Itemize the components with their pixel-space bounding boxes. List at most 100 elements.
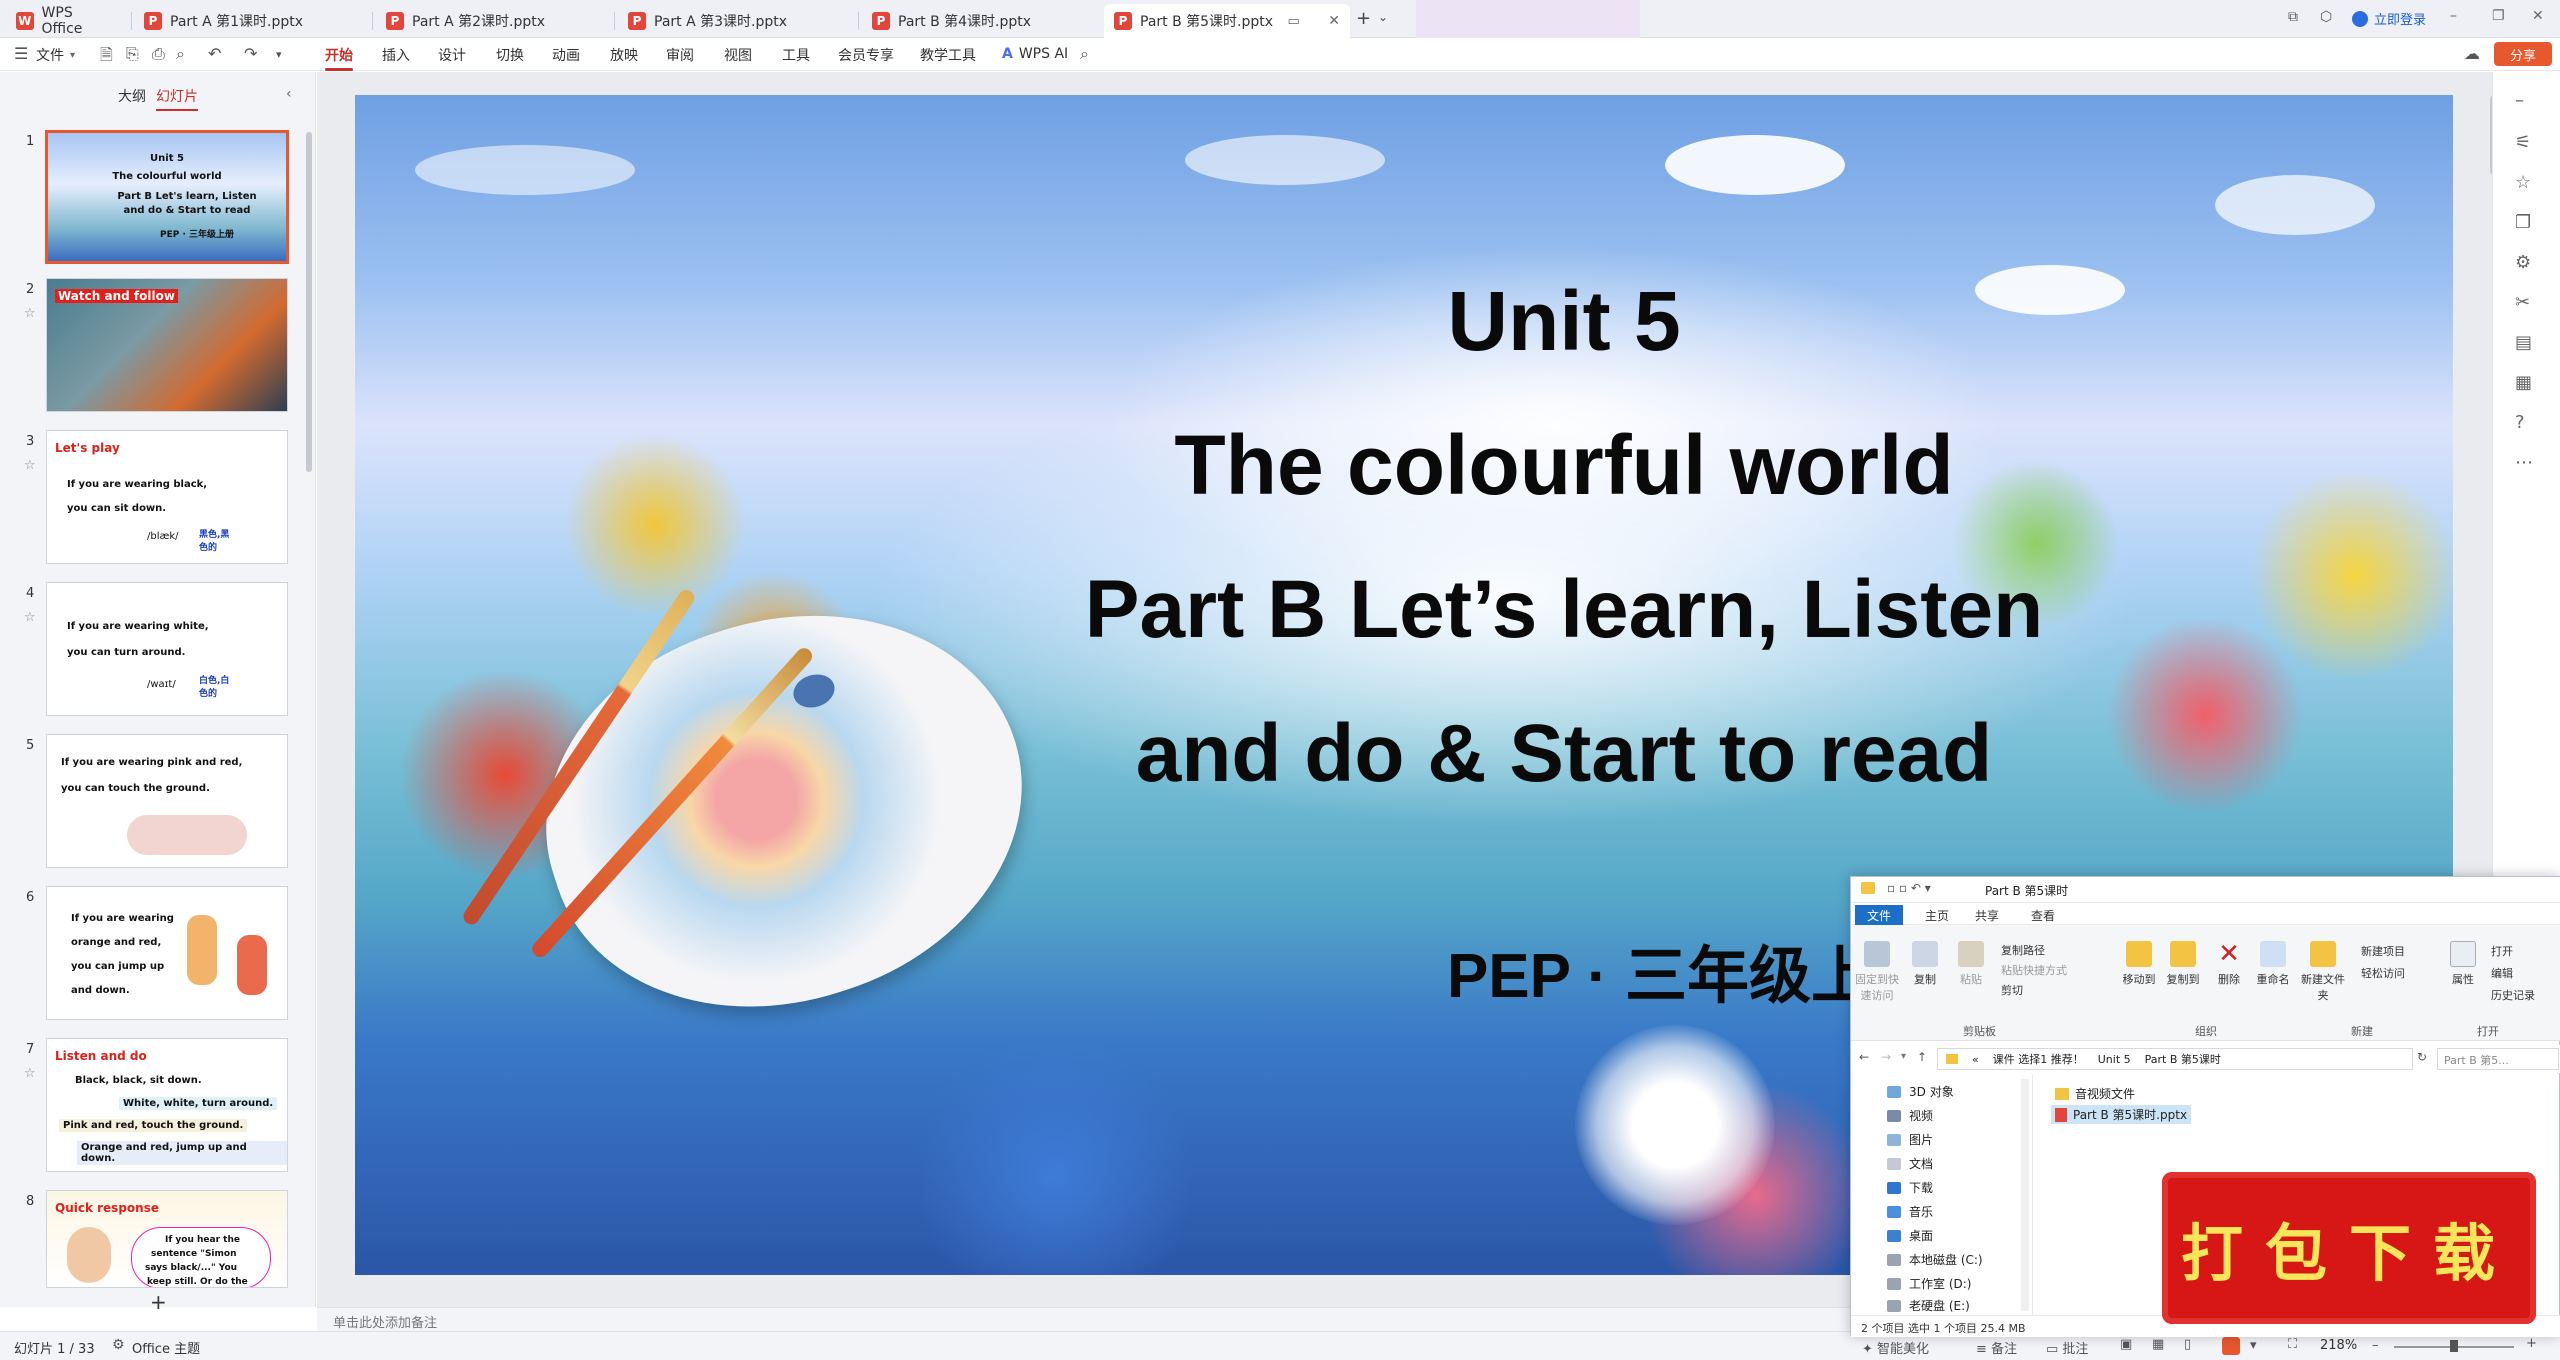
slide-subtitle-line2[interactable]: and do & Start to read (515, 707, 2453, 801)
copy-path-button[interactable]: 复制路径 (2001, 941, 2067, 961)
hamburger-icon[interactable]: ☰ (14, 44, 28, 63)
slide-thumbnail-4[interactable]: If you are wearing white, you can turn a… (46, 582, 288, 716)
rename-button[interactable]: 重命名 (2247, 941, 2299, 987)
address-bar[interactable]: « 课件 选择1 推荐！ Unit 5 Part B 第5课时 (1937, 1048, 2413, 1070)
favorite-star-icon[interactable]: ☆ (24, 306, 36, 321)
breadcrumb-item[interactable]: Part B 第5课时 (2145, 1051, 2221, 1067)
tree-item-3d-objects[interactable]: 3D 对象 (1887, 1083, 1954, 1100)
menu-insert[interactable]: 插入 (382, 45, 410, 65)
open-small-items[interactable]: 打开 编辑 历史记录 (2491, 941, 2535, 1007)
tab-part-a-1[interactable]: P Part A 第1课时.pptx (134, 4, 366, 38)
settings-icon[interactable]: ⚙ (2515, 252, 2531, 273)
chevron-down-icon[interactable]: ▾ (1901, 1051, 1906, 1062)
menu-animation[interactable]: 动画 (552, 45, 580, 65)
zoom-level[interactable]: 218% (2320, 1338, 2357, 1353)
minus-icon[interactable]: – (2515, 90, 2524, 111)
notes-toggle[interactable]: ≡ 备注 (1976, 1338, 2017, 1357)
cut-button[interactable]: 剪切 (2001, 981, 2067, 1001)
preview-icon[interactable]: ⌕ (176, 44, 185, 64)
menu-home[interactable]: 开始 (325, 45, 353, 71)
breadcrumb-item[interactable]: Unit 5 (2098, 1053, 2131, 1066)
favorite-star-icon[interactable]: ☆ (24, 458, 36, 473)
easy-access-button[interactable]: 轻松访问 (2361, 963, 2405, 985)
monitor-icon[interactable]: ▭ (1288, 14, 1300, 29)
titlebar-drag-region[interactable] (1416, 0, 1640, 38)
tab-wps-office[interactable]: W WPS Office (6, 4, 126, 38)
menu-slideshow[interactable]: 放映 (610, 45, 638, 65)
zoom-out-icon[interactable]: – (2372, 1338, 2379, 1353)
favorite-star-icon[interactable]: ☆ (24, 1066, 36, 1081)
slide-subtitle-line1[interactable]: Part B Let’s learn, Listen (515, 563, 2453, 657)
window-layout-icon[interactable]: ⧉ (2288, 9, 2298, 25)
slide-thumbnail-8[interactable]: Quick response If you hear the sentence … (46, 1190, 288, 1288)
tree-item-desktop[interactable]: 桌面 (1887, 1227, 1933, 1244)
tree-item-drive-d[interactable]: 工作室 (D:) (1887, 1275, 1971, 1292)
copy-to-button[interactable]: 复制到 (2157, 941, 2209, 987)
slide-thumbnail-6[interactable]: If you are wearing orange and red, you c… (46, 886, 288, 1020)
new-folder-button[interactable]: 新建文件夹 (2297, 941, 2349, 1003)
login-button[interactable]: 立即登录 (2352, 9, 2426, 28)
zoom-in-icon[interactable]: + (2526, 1336, 2537, 1351)
undo-icon[interactable]: ↶ (208, 44, 221, 63)
quick-access-icons[interactable]: ▫ ▫ ↶ ▾ (1887, 881, 1931, 895)
back-icon[interactable]: ← (1859, 1050, 1869, 1064)
paste-button[interactable]: 粘贴 (1945, 941, 1997, 987)
explorer-titlebar[interactable]: ▫ ▫ ↶ ▾ Part B 第5课时 (1851, 877, 2560, 903)
tools-icon[interactable]: ✂ (2515, 292, 2530, 313)
refresh-icon[interactable]: ↻ (2417, 1050, 2427, 1064)
download-package-banner[interactable]: 打包下载 (2162, 1172, 2536, 1324)
star-icon[interactable]: ☆ (2515, 172, 2531, 193)
slide-thumbnail-7[interactable]: Listen and do Black, black, sit down. Wh… (46, 1038, 288, 1172)
menu-teaching-tools[interactable]: 教学工具 (920, 45, 976, 65)
menu-view[interactable]: 视图 (724, 45, 752, 65)
adjust-icon[interactable]: ⚟ (2515, 132, 2531, 153)
favorite-star-icon[interactable]: ☆ (24, 610, 36, 625)
play-slideshow-icon[interactable] (2222, 1337, 2240, 1355)
file-menu[interactable]: 文件 (36, 45, 64, 65)
collapse-panel-icon[interactable]: ‹ (286, 86, 292, 102)
share-button[interactable]: 分享 (2494, 42, 2552, 66)
comments-toggle[interactable]: ▭ 批注 (2046, 1338, 2088, 1357)
tree-scrollbar[interactable] (2021, 1079, 2029, 1311)
redo-icon[interactable]: ↷ (244, 44, 257, 63)
slide-thumbnail-2[interactable]: Watch and follow (46, 278, 288, 412)
copy-icon[interactable]: ❐ (2515, 212, 2531, 233)
forward-icon[interactable]: → (1881, 1050, 1891, 1064)
help-icon[interactable]: ? (2515, 412, 2525, 433)
close-window-icon[interactable]: ✕ (2532, 8, 2544, 24)
tree-item-drive-c[interactable]: 本地磁盘 (C:) (1887, 1251, 1983, 1268)
add-slide-button[interactable]: + (150, 1290, 167, 1314)
restore-icon[interactable]: ❐ (2492, 8, 2505, 24)
cube-icon[interactable]: ⬡ (2320, 9, 2332, 25)
menu-transition[interactable]: 切换 (496, 45, 524, 65)
print-icon[interactable]: ⎙ (152, 44, 165, 64)
tree-item-documents[interactable]: 文档 (1887, 1155, 1933, 1172)
chevron-down-icon[interactable]: ▾ (70, 50, 75, 61)
more-icon[interactable]: ⋯ (2515, 452, 2533, 473)
pin-quick-access-button[interactable]: 固定到快速访问 (1851, 941, 1903, 1003)
tree-item-pictures[interactable]: 图片 (1887, 1131, 1933, 1148)
notes-area[interactable]: 单击此处添加备注 (317, 1307, 1857, 1331)
tab-outline[interactable]: 大纲 (118, 86, 146, 106)
menu-member[interactable]: 会员专享 (838, 45, 894, 65)
tree-item-videos[interactable]: 视频 (1887, 1107, 1933, 1124)
up-icon[interactable]: ↑ (1917, 1050, 1927, 1064)
minimize-icon[interactable]: – (2450, 8, 2457, 24)
menu-review[interactable]: 审阅 (666, 45, 694, 65)
file-item-pptx[interactable]: Part B 第5课时.pptx (2051, 1105, 2192, 1124)
file-item-folder[interactable]: 音视频文件 (2055, 1085, 2135, 1102)
thumbnail-scrollbar[interactable] (306, 132, 312, 472)
slide-thumbnail-1[interactable]: Unit 5 The colourful world Part B Let's … (45, 130, 289, 264)
new-item-button[interactable]: 新建项目 (2361, 941, 2405, 963)
ribbon-tab-view[interactable]: 查看 (2031, 907, 2055, 924)
tab-part-a-2[interactable]: P Part A 第2课时.pptx (376, 4, 608, 38)
zoom-slider-handle[interactable] (2450, 1340, 2458, 1352)
ribbon-tab-home[interactable]: 主页 (1925, 907, 1949, 924)
book-icon[interactable]: ▤ (2515, 332, 2532, 353)
paste-shortcut-button[interactable]: 粘贴快捷方式 (2001, 961, 2067, 981)
history-button[interactable]: 历史记录 (2491, 985, 2535, 1007)
save-icon[interactable]: 🗎 (100, 44, 113, 71)
properties-button[interactable]: 属性 (2437, 941, 2489, 987)
fit-window-icon[interactable]: ⛶ (2288, 1337, 2297, 1352)
breadcrumb-item[interactable]: « (1972, 1053, 1979, 1066)
